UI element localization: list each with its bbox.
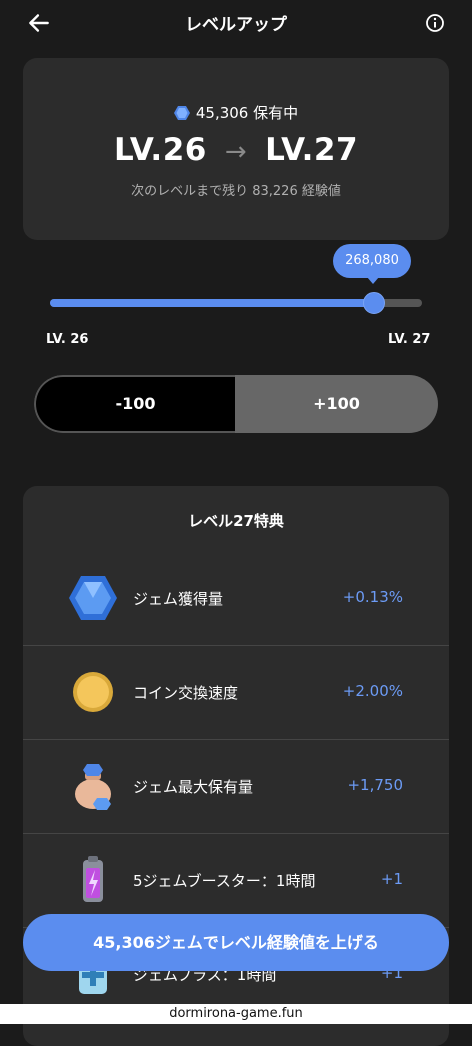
info-circle-icon[interactable] <box>425 13 445 33</box>
slider-value-tooltip: 268,080 <box>333 244 411 284</box>
top-bar: レベルアップ <box>0 0 472 44</box>
exp-slider-fill <box>50 299 374 307</box>
benefits-title: レベル27特典 <box>188 512 284 530</box>
exp-stepper: -100 +100 <box>34 375 438 433</box>
benefit-row: ジェム最大保有量 +1,750 <box>23 740 449 834</box>
gem-bag-icon <box>75 764 111 810</box>
plus-100-button[interactable]: +100 <box>235 375 438 433</box>
current-level: LV.26 <box>113 132 207 168</box>
benefit-value: +2.00% <box>342 682 403 700</box>
page-title: レベルアップ <box>185 15 287 35</box>
gems-owned: 45,306 保有中 <box>23 102 449 123</box>
benefit-label: コイン交換速度 <box>133 684 239 702</box>
arrow-right-icon: → <box>224 137 248 167</box>
footer-url: dormirona-game.fun <box>0 1004 472 1024</box>
exp-slider-thumb[interactable] <box>362 292 385 314</box>
benefit-row: コイン交換速度 +2.00% <box>23 646 449 740</box>
benefit-value: +1,750 <box>347 776 403 794</box>
benefit-value: +1 <box>380 870 403 888</box>
benefit-value: +0.13% <box>342 588 403 606</box>
exp-slider-track[interactable] <box>50 292 422 314</box>
level-summary-card: 45,306 保有中 LV.26 → LV.27 次のレベルまで残り 83,226 … <box>23 58 449 240</box>
slider-min-label: LV. 26 <box>46 332 89 347</box>
gems-owned-text: 45,306 保有中 <box>195 104 299 122</box>
benefit-label: ジェム最大保有量 <box>133 778 254 796</box>
level-transition: LV.26 → LV.27 <box>23 132 449 168</box>
coin-icon <box>73 672 113 712</box>
benefit-label: ジェム獲得量 <box>133 590 224 608</box>
gem-icon <box>173 106 190 120</box>
benefit-label: 5ジェムブースター：1時間 <box>133 872 316 890</box>
remaining-exp: 次のレベルまで残り 83,226 経験値 <box>131 184 341 199</box>
benefit-row: ジェム獲得量 +0.13% <box>23 552 449 646</box>
slider-max-label: LV. 27 <box>388 332 431 347</box>
minus-100-button[interactable]: -100 <box>34 375 235 433</box>
gem-icon <box>69 576 117 620</box>
next-level: LV.27 <box>265 132 359 168</box>
level-up-button[interactable]: 45,306ジェムでレベル経験値を上げる <box>23 914 449 971</box>
battery-booster-icon <box>83 856 103 902</box>
